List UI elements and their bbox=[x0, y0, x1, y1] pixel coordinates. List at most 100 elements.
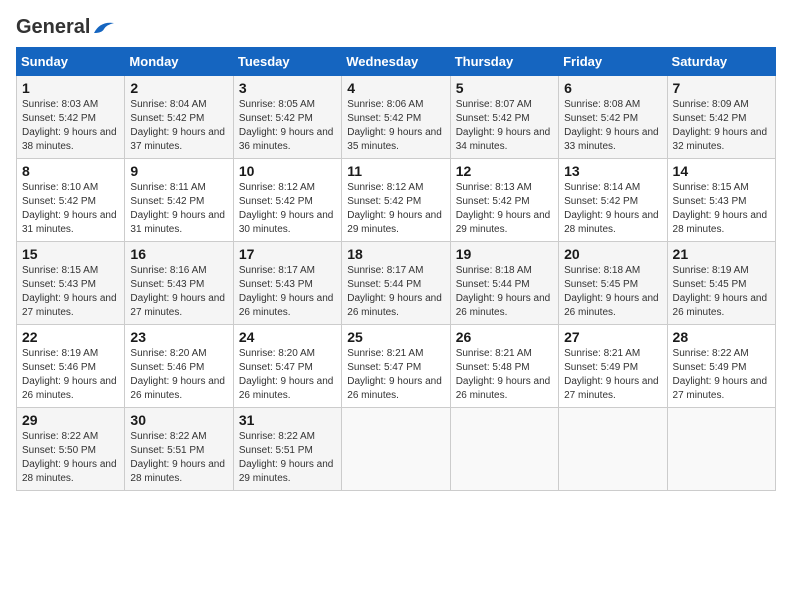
calendar-cell: 21 Sunrise: 8:19 AMSunset: 5:45 PMDaylig… bbox=[667, 242, 775, 325]
calendar-body: 1 Sunrise: 8:03 AMSunset: 5:42 PMDayligh… bbox=[17, 76, 776, 491]
calendar-cell bbox=[559, 408, 667, 491]
day-info: Sunrise: 8:05 AMSunset: 5:42 PMDaylight:… bbox=[239, 99, 334, 152]
day-info: Sunrise: 8:22 AMSunset: 5:51 PMDaylight:… bbox=[239, 431, 334, 484]
calendar-cell: 18 Sunrise: 8:17 AMSunset: 5:44 PMDaylig… bbox=[342, 242, 450, 325]
day-info: Sunrise: 8:12 AMSunset: 5:42 PMDaylight:… bbox=[347, 182, 442, 235]
calendar-cell: 27 Sunrise: 8:21 AMSunset: 5:49 PMDaylig… bbox=[559, 325, 667, 408]
day-number: 29 bbox=[22, 412, 119, 428]
day-info: Sunrise: 8:08 AMSunset: 5:42 PMDaylight:… bbox=[564, 99, 659, 152]
calendar-week-row: 29 Sunrise: 8:22 AMSunset: 5:50 PMDaylig… bbox=[17, 408, 776, 491]
calendar-cell bbox=[667, 408, 775, 491]
calendar-week-row: 15 Sunrise: 8:15 AMSunset: 5:43 PMDaylig… bbox=[17, 242, 776, 325]
calendar-cell: 4 Sunrise: 8:06 AMSunset: 5:42 PMDayligh… bbox=[342, 76, 450, 159]
day-info: Sunrise: 8:13 AMSunset: 5:42 PMDaylight:… bbox=[456, 182, 551, 235]
day-info: Sunrise: 8:16 AMSunset: 5:43 PMDaylight:… bbox=[130, 265, 225, 318]
calendar-cell: 3 Sunrise: 8:05 AMSunset: 5:42 PMDayligh… bbox=[233, 76, 341, 159]
day-number: 23 bbox=[130, 329, 227, 345]
day-info: Sunrise: 8:12 AMSunset: 5:42 PMDaylight:… bbox=[239, 182, 334, 235]
calendar-cell: 26 Sunrise: 8:21 AMSunset: 5:48 PMDaylig… bbox=[450, 325, 558, 408]
day-number: 15 bbox=[22, 246, 119, 262]
logo-bird-icon bbox=[92, 19, 114, 37]
day-number: 27 bbox=[564, 329, 661, 345]
day-info: Sunrise: 8:22 AMSunset: 5:51 PMDaylight:… bbox=[130, 431, 225, 484]
day-number: 26 bbox=[456, 329, 553, 345]
day-info: Sunrise: 8:20 AMSunset: 5:47 PMDaylight:… bbox=[239, 348, 334, 401]
day-number: 6 bbox=[564, 80, 661, 96]
calendar-cell: 15 Sunrise: 8:15 AMSunset: 5:43 PMDaylig… bbox=[17, 242, 125, 325]
calendar-header-row: SundayMondayTuesdayWednesdayThursdayFrid… bbox=[17, 48, 776, 76]
day-number: 5 bbox=[456, 80, 553, 96]
calendar-cell: 7 Sunrise: 8:09 AMSunset: 5:42 PMDayligh… bbox=[667, 76, 775, 159]
day-info: Sunrise: 8:09 AMSunset: 5:42 PMDaylight:… bbox=[673, 99, 768, 152]
day-info: Sunrise: 8:10 AMSunset: 5:42 PMDaylight:… bbox=[22, 182, 117, 235]
column-header-thursday: Thursday bbox=[450, 48, 558, 76]
day-number: 30 bbox=[130, 412, 227, 428]
logo-general: General bbox=[16, 16, 90, 39]
calendar-cell: 31 Sunrise: 8:22 AMSunset: 5:51 PMDaylig… bbox=[233, 408, 341, 491]
calendar-week-row: 1 Sunrise: 8:03 AMSunset: 5:42 PMDayligh… bbox=[17, 76, 776, 159]
calendar-cell: 10 Sunrise: 8:12 AMSunset: 5:42 PMDaylig… bbox=[233, 159, 341, 242]
day-info: Sunrise: 8:19 AMSunset: 5:46 PMDaylight:… bbox=[22, 348, 117, 401]
day-number: 18 bbox=[347, 246, 444, 262]
day-number: 2 bbox=[130, 80, 227, 96]
calendar-cell: 8 Sunrise: 8:10 AMSunset: 5:42 PMDayligh… bbox=[17, 159, 125, 242]
calendar-cell: 20 Sunrise: 8:18 AMSunset: 5:45 PMDaylig… bbox=[559, 242, 667, 325]
column-header-sunday: Sunday bbox=[17, 48, 125, 76]
day-number: 4 bbox=[347, 80, 444, 96]
column-header-friday: Friday bbox=[559, 48, 667, 76]
day-number: 31 bbox=[239, 412, 336, 428]
day-info: Sunrise: 8:18 AMSunset: 5:45 PMDaylight:… bbox=[564, 265, 659, 318]
calendar-cell: 11 Sunrise: 8:12 AMSunset: 5:42 PMDaylig… bbox=[342, 159, 450, 242]
calendar-cell: 29 Sunrise: 8:22 AMSunset: 5:50 PMDaylig… bbox=[17, 408, 125, 491]
calendar-week-row: 22 Sunrise: 8:19 AMSunset: 5:46 PMDaylig… bbox=[17, 325, 776, 408]
calendar-cell: 2 Sunrise: 8:04 AMSunset: 5:42 PMDayligh… bbox=[125, 76, 233, 159]
column-header-saturday: Saturday bbox=[667, 48, 775, 76]
calendar-cell bbox=[342, 408, 450, 491]
day-info: Sunrise: 8:15 AMSunset: 5:43 PMDaylight:… bbox=[22, 265, 117, 318]
day-number: 3 bbox=[239, 80, 336, 96]
day-number: 11 bbox=[347, 163, 444, 179]
calendar-cell: 12 Sunrise: 8:13 AMSunset: 5:42 PMDaylig… bbox=[450, 159, 558, 242]
calendar-cell: 19 Sunrise: 8:18 AMSunset: 5:44 PMDaylig… bbox=[450, 242, 558, 325]
day-number: 17 bbox=[239, 246, 336, 262]
day-info: Sunrise: 8:17 AMSunset: 5:44 PMDaylight:… bbox=[347, 265, 442, 318]
day-number: 8 bbox=[22, 163, 119, 179]
day-info: Sunrise: 8:14 AMSunset: 5:42 PMDaylight:… bbox=[564, 182, 659, 235]
column-header-tuesday: Tuesday bbox=[233, 48, 341, 76]
calendar-table: SundayMondayTuesdayWednesdayThursdayFrid… bbox=[16, 47, 776, 491]
column-header-monday: Monday bbox=[125, 48, 233, 76]
day-info: Sunrise: 8:21 AMSunset: 5:49 PMDaylight:… bbox=[564, 348, 659, 401]
column-header-wednesday: Wednesday bbox=[342, 48, 450, 76]
day-info: Sunrise: 8:07 AMSunset: 5:42 PMDaylight:… bbox=[456, 99, 551, 152]
calendar-cell: 1 Sunrise: 8:03 AMSunset: 5:42 PMDayligh… bbox=[17, 76, 125, 159]
day-number: 20 bbox=[564, 246, 661, 262]
header: General bbox=[16, 16, 776, 39]
day-info: Sunrise: 8:04 AMSunset: 5:42 PMDaylight:… bbox=[130, 99, 225, 152]
logo: General bbox=[16, 16, 114, 39]
day-number: 22 bbox=[22, 329, 119, 345]
day-info: Sunrise: 8:20 AMSunset: 5:46 PMDaylight:… bbox=[130, 348, 225, 401]
day-number: 14 bbox=[673, 163, 770, 179]
calendar-cell: 22 Sunrise: 8:19 AMSunset: 5:46 PMDaylig… bbox=[17, 325, 125, 408]
calendar-cell: 28 Sunrise: 8:22 AMSunset: 5:49 PMDaylig… bbox=[667, 325, 775, 408]
calendar-cell: 23 Sunrise: 8:20 AMSunset: 5:46 PMDaylig… bbox=[125, 325, 233, 408]
calendar-cell: 6 Sunrise: 8:08 AMSunset: 5:42 PMDayligh… bbox=[559, 76, 667, 159]
calendar-cell: 5 Sunrise: 8:07 AMSunset: 5:42 PMDayligh… bbox=[450, 76, 558, 159]
day-info: Sunrise: 8:18 AMSunset: 5:44 PMDaylight:… bbox=[456, 265, 551, 318]
day-number: 19 bbox=[456, 246, 553, 262]
day-info: Sunrise: 8:21 AMSunset: 5:47 PMDaylight:… bbox=[347, 348, 442, 401]
day-info: Sunrise: 8:21 AMSunset: 5:48 PMDaylight:… bbox=[456, 348, 551, 401]
day-number: 10 bbox=[239, 163, 336, 179]
day-info: Sunrise: 8:17 AMSunset: 5:43 PMDaylight:… bbox=[239, 265, 334, 318]
day-info: Sunrise: 8:19 AMSunset: 5:45 PMDaylight:… bbox=[673, 265, 768, 318]
calendar-cell: 17 Sunrise: 8:17 AMSunset: 5:43 PMDaylig… bbox=[233, 242, 341, 325]
calendar-cell: 30 Sunrise: 8:22 AMSunset: 5:51 PMDaylig… bbox=[125, 408, 233, 491]
calendar-cell: 25 Sunrise: 8:21 AMSunset: 5:47 PMDaylig… bbox=[342, 325, 450, 408]
day-info: Sunrise: 8:03 AMSunset: 5:42 PMDaylight:… bbox=[22, 99, 117, 152]
day-number: 21 bbox=[673, 246, 770, 262]
calendar-cell: 13 Sunrise: 8:14 AMSunset: 5:42 PMDaylig… bbox=[559, 159, 667, 242]
day-number: 28 bbox=[673, 329, 770, 345]
day-number: 24 bbox=[239, 329, 336, 345]
day-number: 25 bbox=[347, 329, 444, 345]
calendar-cell: 9 Sunrise: 8:11 AMSunset: 5:42 PMDayligh… bbox=[125, 159, 233, 242]
